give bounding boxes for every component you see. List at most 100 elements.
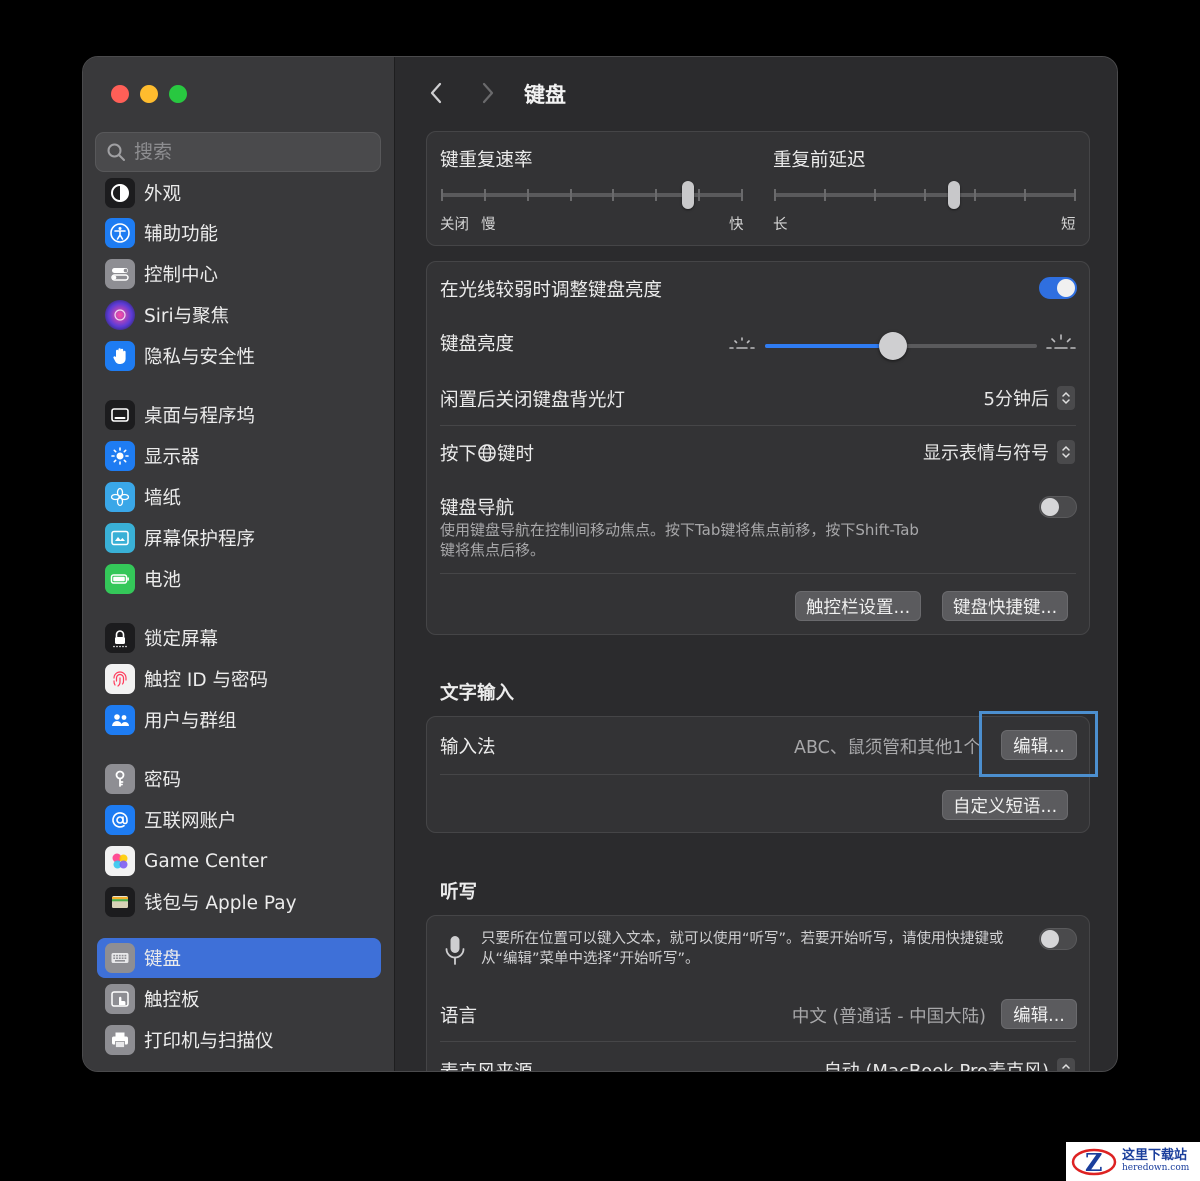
keyboard-navigation-desc-line2: 键将焦点后移。 xyxy=(440,541,546,559)
text-input-section-title: 文字输入 xyxy=(440,683,515,704)
sidebar-item-label: 用户与群组 xyxy=(144,711,237,732)
chevron-up-down-icon xyxy=(1057,440,1075,464)
key-icon xyxy=(105,764,135,794)
sidebar-item-label: 外观 xyxy=(144,184,182,205)
siri-icon xyxy=(105,300,135,330)
repeat-rate-knob[interactable] xyxy=(681,181,694,209)
sidebar-item-touch-id[interactable]: 触控 ID 与密码 xyxy=(97,659,381,699)
sidebar-item-label: 触控 ID 与密码 xyxy=(144,670,268,691)
watermark-en: heredown.com xyxy=(1122,1162,1190,1173)
watermark-cn: 这里下载站 xyxy=(1122,1147,1188,1163)
sidebar-item-internet-accounts[interactable]: 互联网账户 xyxy=(97,800,381,840)
sidebar-item-game-center[interactable]: Game Center xyxy=(97,841,381,881)
forward-button[interactable] xyxy=(474,79,502,107)
repeat-delay-tick xyxy=(824,189,826,201)
repeat-rate-off-label: 关闭 xyxy=(440,217,469,233)
sidebar-item-printers[interactable]: 打印机与扫描仪 xyxy=(97,1020,381,1060)
sidebar-item-label: 隐私与安全性 xyxy=(144,347,256,368)
sidebar-item-label: 辅助功能 xyxy=(144,224,219,245)
text-replacements-button[interactable]: 自定义短语... xyxy=(942,790,1069,820)
touch-bar-settings-button[interactable]: 触控栏设置... xyxy=(795,591,922,621)
input-sources-value: ABC、鼠须管和其他1个 xyxy=(793,738,981,758)
dictation-language-label: 语言 xyxy=(440,1006,478,1027)
repeat-delay-tick xyxy=(924,189,926,201)
minimize-window-button[interactable] xyxy=(140,85,158,103)
keyboard-brightness-slider[interactable] xyxy=(765,332,1037,360)
close-window-button[interactable] xyxy=(111,85,129,103)
brightness-knob[interactable] xyxy=(878,332,907,360)
sidebar-item-wallpaper[interactable]: 墙纸 xyxy=(97,477,381,517)
globe-icon xyxy=(478,444,496,462)
auto-brightness-toggle[interactable] xyxy=(1039,277,1077,299)
battery-icon xyxy=(105,564,135,594)
sidebar-item-lock-screen[interactable]: 锁定屏幕 xyxy=(97,618,381,658)
printer-icon xyxy=(105,1025,135,1055)
sidebar-item-label: 桌面与程序坞 xyxy=(144,406,256,427)
lock-icon xyxy=(105,623,135,653)
microphone-source-label: 麦克风来源 xyxy=(440,1058,533,1071)
main-content: 键盘 键重复速率 关闭 慢 快 重复前延迟 长 短 在光线较弱时调整键盘亮度 键… xyxy=(396,57,1117,1071)
brightness-high-icon xyxy=(1046,334,1076,349)
sidebar-item-label: 电池 xyxy=(144,570,182,591)
watermark-text: 这里下载站 heredown.com xyxy=(1122,1149,1189,1175)
dictation-language-edit-button[interactable]: 编辑... xyxy=(1001,999,1077,1029)
repeat-rate-tick xyxy=(526,189,529,201)
search-field[interactable] xyxy=(95,132,381,172)
microphone-source-value: 自动 (MacBook Pro麦克风) xyxy=(824,1057,1049,1071)
sidebar-item-appearance[interactable]: 外观 xyxy=(97,175,381,213)
keyboard-navigation-desc-line1: 使用键盘导航在控制间移动焦点。按下Tab键将焦点前移，按下Shift-Tab xyxy=(440,521,919,539)
repeat-rate-tick xyxy=(655,189,658,201)
sidebar-item-label: 屏幕保护程序 xyxy=(144,529,256,550)
sidebar-item-passwords[interactable]: 密码 xyxy=(97,759,381,799)
sidebar-item-siri[interactable]: Siri与聚焦 xyxy=(97,295,381,335)
sidebar-item-privacy[interactable]: 隐私与安全性 xyxy=(97,336,381,376)
repeat-delay-knob[interactable] xyxy=(948,181,960,209)
sidebar-item-display[interactable]: 显示器 xyxy=(97,436,381,476)
at-sign-icon xyxy=(105,805,135,835)
backlight-timeout-row: 闲置后关闭键盘背光灯 5分钟后 xyxy=(427,372,1089,426)
repeat-delay-long-label: 长 xyxy=(773,217,788,233)
sidebar-item-label: 互联网账户 xyxy=(144,811,237,832)
dictation-language-row: 语言 中文 (普通话 - 中国大陆) 编辑... xyxy=(427,986,1089,1042)
sidebar-item-battery[interactable]: 电池 xyxy=(97,559,381,599)
backlight-timeout-popup[interactable]: 5分钟后 xyxy=(984,385,1075,411)
keyboard-shortcuts-button[interactable]: 键盘快捷键... xyxy=(942,591,1069,621)
globe-key-row: 按下 键时 显示表情与符号 xyxy=(427,426,1089,480)
keyboard-navigation-toggle[interactable] xyxy=(1039,496,1077,518)
globe-key-popup[interactable]: 显示表情与符号 xyxy=(923,439,1075,465)
sidebar-item-accessibility[interactable]: 辅助功能 xyxy=(97,213,381,253)
sidebar-item-label: 密码 xyxy=(144,770,182,791)
sidebar-item-label: 触控板 xyxy=(144,990,200,1011)
watermark-logo-icon: Z xyxy=(1071,1148,1117,1177)
sidebar-item-control-center[interactable]: 控制中心 xyxy=(97,254,381,294)
chevron-left-icon xyxy=(430,82,442,104)
sidebar-item-label: 打印机与扫描仪 xyxy=(144,1031,274,1052)
sidebar-item-desktop-dock[interactable]: 桌面与程序坞 xyxy=(97,395,381,435)
fingerprint-icon xyxy=(105,664,135,694)
sidebar-nav: 外观 辅助功能 控制中心 Siri与聚焦 隐私与安全性 桌面与程序坞 显示器 墙… xyxy=(95,175,383,1065)
keyboard-navigation-label: 键盘导航 xyxy=(440,498,515,519)
backlight-timeout-value: 5分钟后 xyxy=(983,389,1049,410)
sidebar-item-keyboard[interactable]: 键盘 xyxy=(97,938,381,978)
sidebar-item-label: Siri与聚焦 xyxy=(144,306,230,327)
repeat-delay-slider[interactable] xyxy=(774,181,1076,209)
back-button[interactable] xyxy=(422,79,450,107)
repeat-rate-tick xyxy=(698,189,701,201)
microphone-source-popup[interactable]: 自动 (MacBook Pro麦克风) xyxy=(824,1057,1075,1071)
sidebar-item-wallet[interactable]: 钱包与 Apple Pay xyxy=(97,882,381,922)
search-input[interactable] xyxy=(134,141,364,163)
game-center-icon xyxy=(105,846,135,876)
sidebar-item-label: 钱包与 Apple Pay xyxy=(144,893,297,914)
sidebar-item-screensaver[interactable]: 屏幕保护程序 xyxy=(97,518,381,558)
sidebar-item-users-groups[interactable]: 用户与群组 xyxy=(97,700,381,740)
zoom-window-button[interactable] xyxy=(169,85,187,103)
repeat-rate-label: 键重复速率 xyxy=(440,150,533,171)
dictation-toggle[interactable] xyxy=(1039,928,1077,950)
brightness-low-icon xyxy=(729,337,755,349)
site-watermark: Z 这里下载站 heredown.com xyxy=(1066,1142,1200,1181)
sidebar-item-label: 墙纸 xyxy=(144,488,182,509)
sidebar-item-trackpad[interactable]: 触控板 xyxy=(97,979,381,1019)
repeat-rate-slider[interactable] xyxy=(441,181,743,209)
accessibility-icon xyxy=(105,218,135,248)
wallpaper-flower-icon xyxy=(105,482,135,512)
